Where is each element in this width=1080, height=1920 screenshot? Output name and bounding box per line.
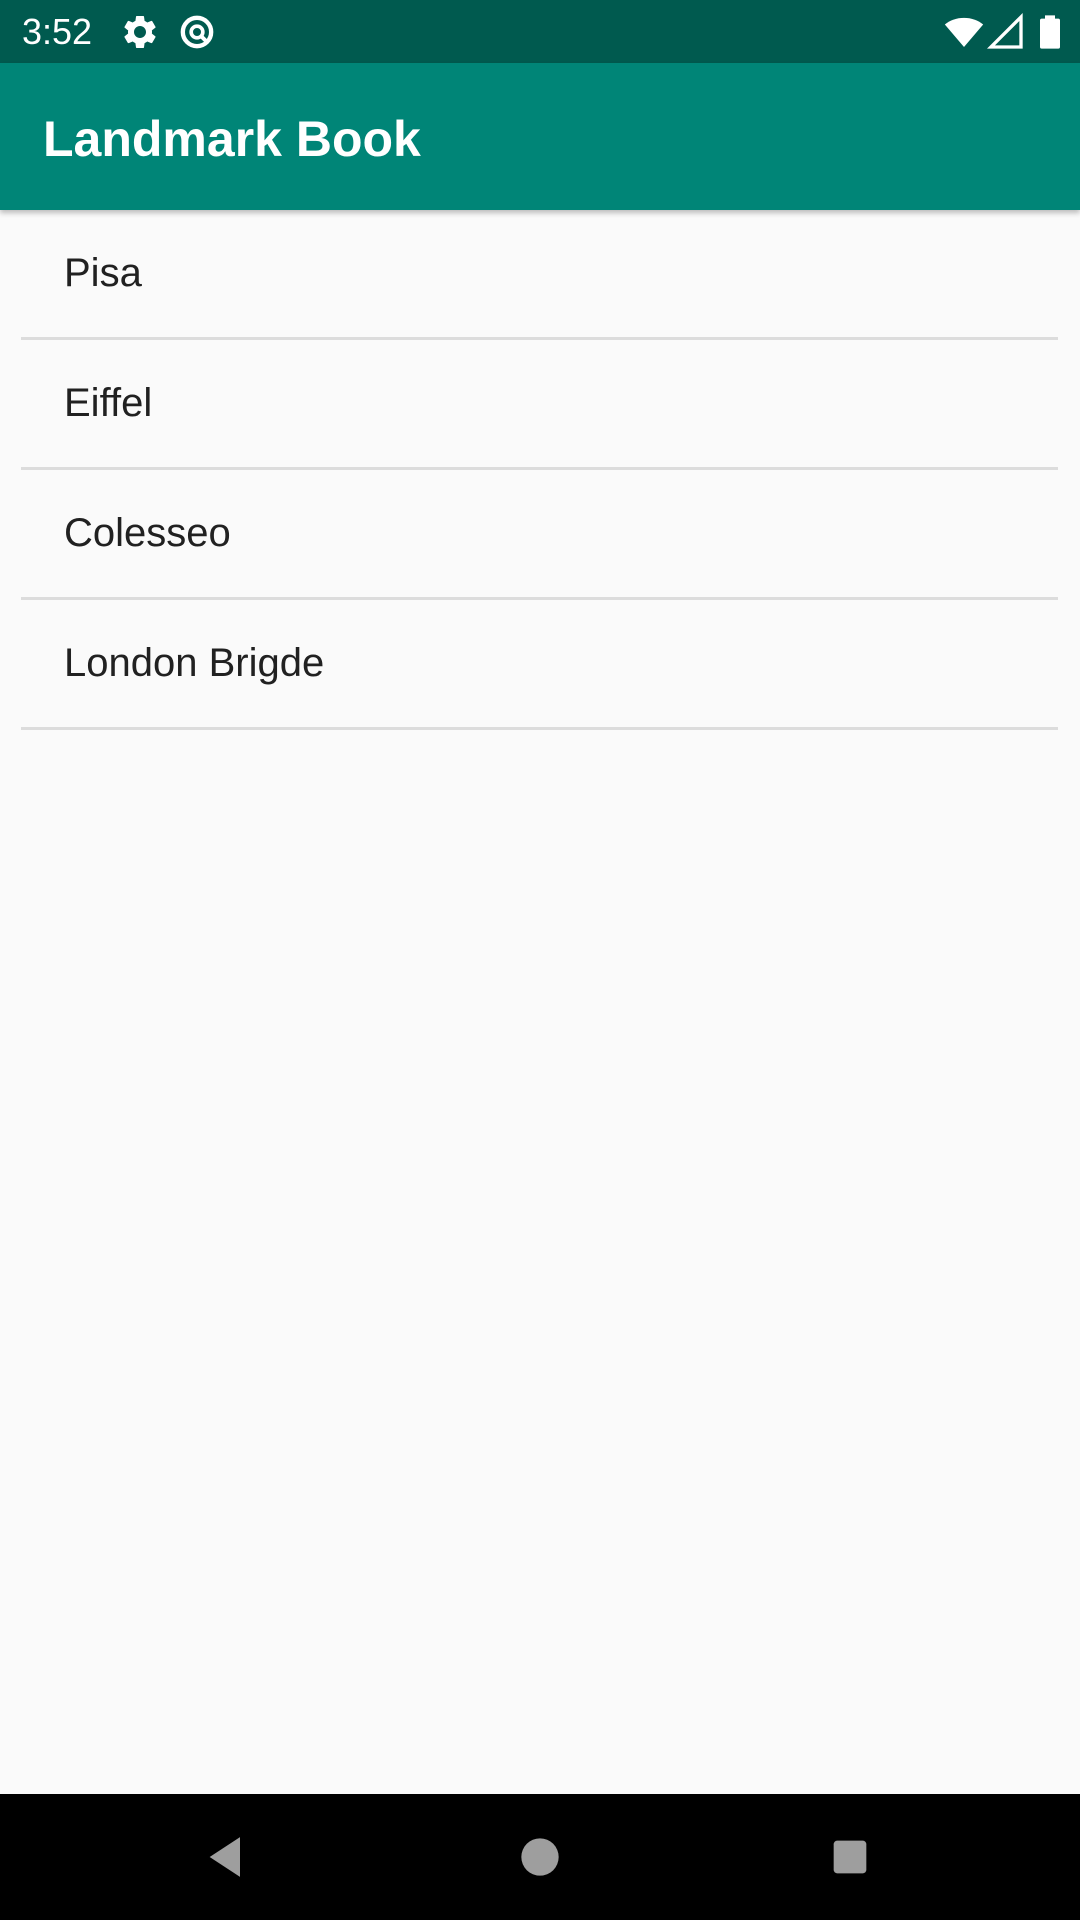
recents-icon[interactable] — [822, 1829, 878, 1885]
home-icon[interactable] — [512, 1829, 568, 1885]
screen: 3:52 Landmark Book Pisa Eiffel Colesseo … — [0, 0, 1080, 1920]
list-item-label: Pisa — [64, 251, 142, 295]
landmark-list: Pisa Eiffel Colesseo London Brigde — [0, 210, 1080, 730]
list-item[interactable]: London Brigde — [21, 600, 1058, 730]
list-item-label: Eiffel — [64, 381, 153, 425]
data-saver-icon — [177, 12, 217, 52]
wifi-icon — [944, 12, 984, 52]
status-bar: 3:52 — [0, 0, 1080, 63]
battery-icon — [1030, 12, 1070, 52]
nav-bar — [0, 1794, 1080, 1920]
status-time: 3:52 — [22, 11, 93, 52]
list-item-label: London Brigde — [64, 641, 325, 685]
list-item-label: Colesseo — [64, 511, 231, 555]
settings-icon — [120, 12, 160, 52]
app-bar: Landmark Book — [0, 63, 1080, 210]
list-item[interactable]: Pisa — [21, 210, 1058, 340]
list-item[interactable]: Eiffel — [21, 340, 1058, 470]
back-icon[interactable] — [198, 1829, 254, 1885]
list-item[interactable]: Colesseo — [21, 470, 1058, 600]
signal-icon — [986, 12, 1026, 52]
app-title: Landmark Book — [43, 111, 421, 167]
